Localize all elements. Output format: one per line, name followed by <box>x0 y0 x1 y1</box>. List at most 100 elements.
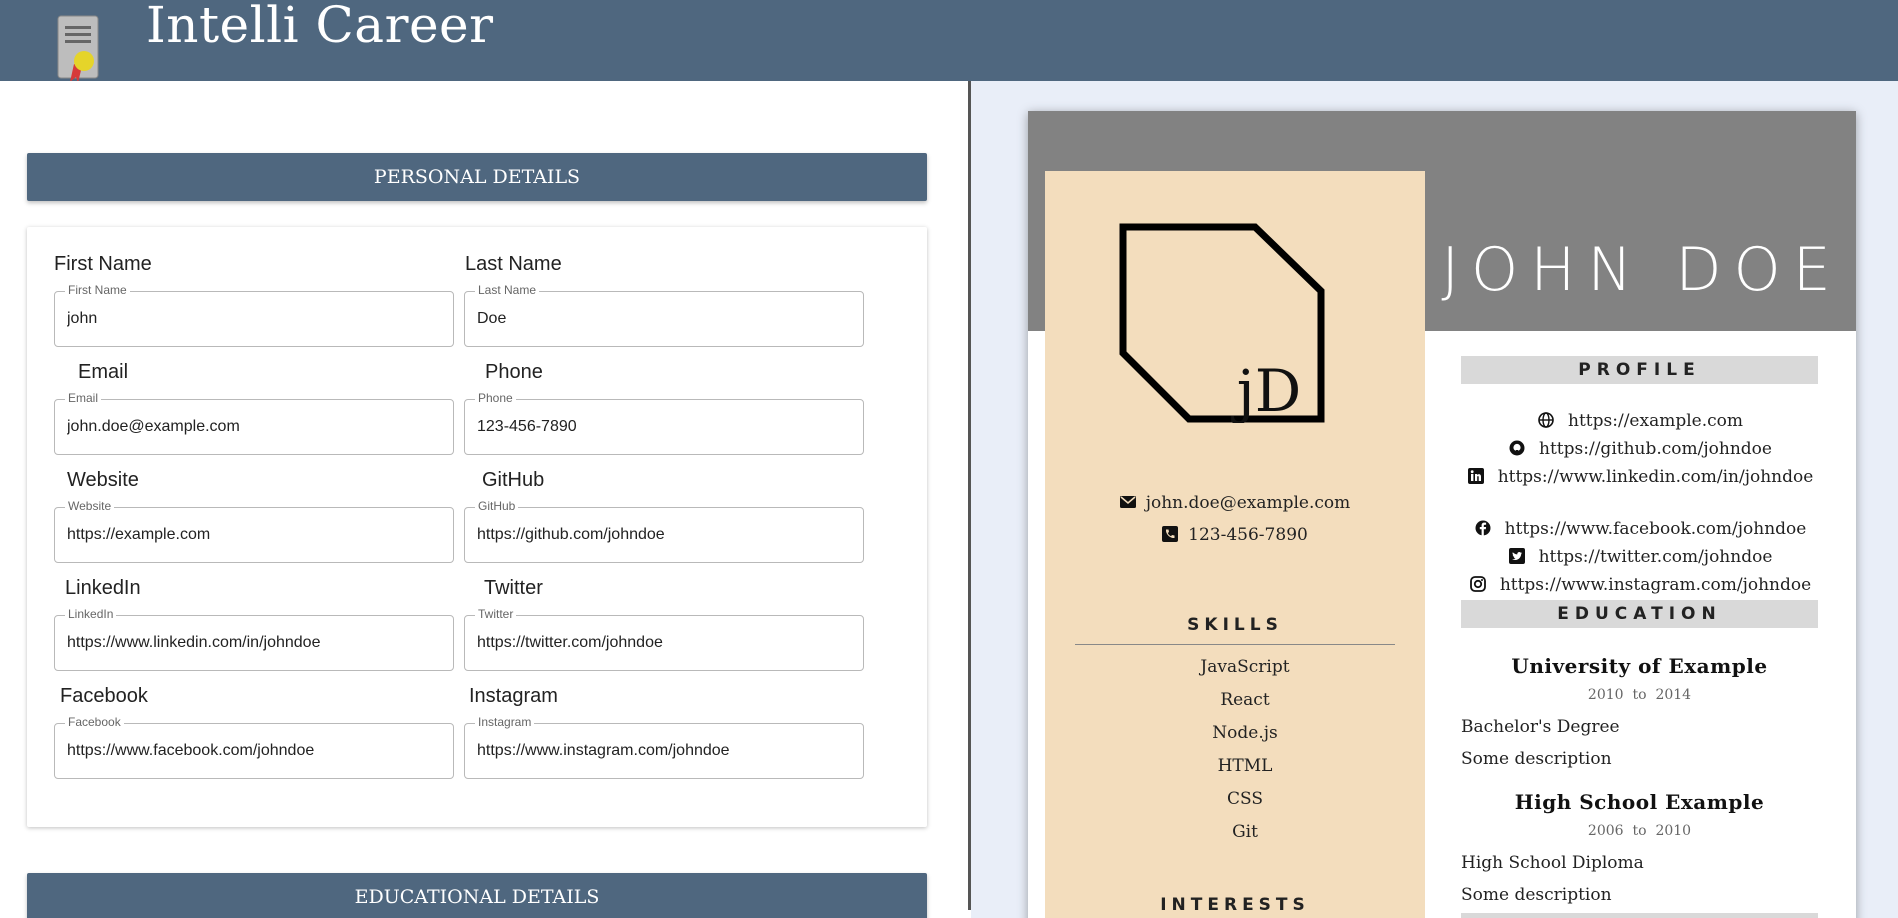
profile-link-instagram: https://www.instagram.com/johndoe <box>1458 575 1823 595</box>
facebook-link-text: https://www.facebook.com/johndoe <box>1504 519 1807 539</box>
last-name-label: Last Name <box>465 253 562 275</box>
skill-item: React <box>1220 690 1270 710</box>
twitter-icon <box>1508 548 1525 564</box>
instagram-legend: Instagram <box>475 715 535 729</box>
facebook-input[interactable] <box>67 738 439 764</box>
form-pane[interactable]: PERSONAL DETAILS First Name First Name L… <box>0 81 968 918</box>
app-header: Intelli Career <box>0 0 1898 83</box>
github-label: GitHub <box>482 469 545 491</box>
linkedin-box[interactable]: LinkedIn <box>54 607 454 671</box>
facebook-legend: Facebook <box>65 715 124 729</box>
app-title: Intelli Career <box>146 0 494 54</box>
instagram-input[interactable] <box>477 738 849 764</box>
website-label: Website <box>67 469 139 491</box>
facebook-icon <box>1475 520 1491 536</box>
envelope-icon <box>1119 496 1136 508</box>
linkedin-link-text: https://www.linkedin.com/in/johndoe <box>1497 467 1814 487</box>
facebook-label: Facebook <box>60 685 148 707</box>
certificate-icon <box>57 15 99 83</box>
resume-email: john.doe@example.com <box>1045 493 1425 513</box>
education-description: Some description <box>1461 885 1612 905</box>
last-name-legend: Last Name <box>475 283 540 297</box>
phone-label: Phone <box>485 361 543 383</box>
profile-link-linkedin: https://www.linkedin.com/in/johndoe <box>1458 467 1823 487</box>
resume-name: JOHN DOE <box>1441 235 1843 305</box>
linkedin-icon <box>1467 468 1484 484</box>
profile-link-twitter: https://twitter.com/johndoe <box>1458 547 1823 567</box>
instagram-label: Instagram <box>469 685 558 707</box>
github-link-text: https://github.com/johndoe <box>1539 439 1772 459</box>
education-start: 2010 <box>1587 687 1624 703</box>
profile-link-github: https://github.com/johndoe <box>1458 439 1823 459</box>
website-box[interactable]: Website <box>54 499 454 563</box>
educational-details-header[interactable]: EDUCATIONAL DETAILS <box>27 873 927 918</box>
education-end: 2010 <box>1655 823 1692 839</box>
facebook-box[interactable]: Facebook <box>54 715 454 779</box>
personal-details-card: First Name First Name Last Name Last Nam… <box>27 227 927 827</box>
website-link-text: https://example.com <box>1568 411 1743 431</box>
email-box[interactable]: Email <box>54 391 454 455</box>
instagram-link-text: https://www.instagram.com/johndoe <box>1499 575 1812 595</box>
twitter-box[interactable]: Twitter <box>464 607 864 671</box>
instagram-icon <box>1469 576 1486 592</box>
twitter-link-text: https://twitter.com/johndoe <box>1538 547 1773 567</box>
email-input[interactable] <box>67 414 439 440</box>
profile-link-website: https://example.com <box>1458 411 1823 431</box>
education-school: University of Example <box>1511 654 1768 678</box>
linkedin-input[interactable] <box>67 630 439 656</box>
resume-page: jD john.doe@example.com 123-456-7890 SKI… <box>1028 111 1856 918</box>
skill-item: CSS <box>1226 789 1263 809</box>
personal-details-header[interactable]: PERSONAL DETAILS <box>27 153 927 201</box>
education-school: High School Example <box>1514 790 1765 814</box>
twitter-input[interactable] <box>477 630 849 656</box>
profile-link-facebook: https://www.facebook.com/johndoe <box>1458 519 1823 539</box>
education-dates: 2010 to 2014 <box>1461 687 1818 703</box>
profile-heading: PROFILE <box>1461 356 1818 384</box>
phone-input[interactable] <box>477 414 849 440</box>
github-legend: GitHub <box>475 499 519 513</box>
skills-heading: SKILLS <box>1187 615 1283 635</box>
phone-box[interactable]: Phone <box>464 391 864 455</box>
website-input[interactable] <box>67 522 439 548</box>
education-end: 2014 <box>1655 687 1692 703</box>
resume-phone: 123-456-7890 <box>1045 525 1425 545</box>
education-start: 2006 <box>1587 823 1624 839</box>
last-name-input[interactable] <box>477 306 849 332</box>
website-legend: Website <box>65 499 115 513</box>
monogram-logo: jD <box>1119 223 1325 423</box>
last-name-box[interactable]: Last Name <box>464 283 864 347</box>
first-name-box[interactable]: First Name <box>54 283 454 347</box>
education-degree: High School Diploma <box>1461 853 1644 873</box>
first-name-input[interactable] <box>67 306 439 332</box>
email-legend: Email <box>65 391 102 405</box>
github-box[interactable]: GitHub <box>464 499 864 563</box>
instagram-box[interactable]: Instagram <box>464 715 864 779</box>
linkedin-label: LinkedIn <box>65 577 141 599</box>
github-input[interactable] <box>477 522 849 548</box>
education-dates: 2006 to 2010 <box>1461 823 1818 839</box>
first-name-label: First Name <box>54 253 152 275</box>
interests-heading: INTERESTS <box>1160 895 1310 915</box>
skill-item: Node.js <box>1212 723 1278 743</box>
education-description: Some description <box>1461 749 1612 769</box>
first-name-legend: First Name <box>65 283 130 297</box>
github-icon <box>1509 440 1525 456</box>
twitter-label: Twitter <box>484 577 543 599</box>
phone-icon <box>1162 526 1179 542</box>
linkedin-legend: LinkedIn <box>65 607 117 621</box>
phone-legend: Phone <box>475 391 516 405</box>
education-date-sep: to <box>1632 687 1647 703</box>
email-label: Email <box>78 361 129 383</box>
next-section-heading <box>1461 913 1818 918</box>
globe-icon <box>1538 412 1554 428</box>
resume-email-text: john.doe@example.com <box>1145 493 1351 513</box>
skill-item: Git <box>1232 822 1258 842</box>
monogram-text: jD <box>1231 357 1302 423</box>
resume-preview-pane[interactable]: jD john.doe@example.com 123-456-7890 SKI… <box>971 81 1898 918</box>
resume-sidebar: jD john.doe@example.com 123-456-7890 SKI… <box>1045 171 1425 918</box>
education-date-sep: to <box>1632 823 1647 839</box>
education-degree: Bachelor's Degree <box>1461 717 1620 737</box>
skills-divider <box>1075 644 1395 645</box>
skill-item: JavaScript <box>1200 657 1290 677</box>
twitter-legend: Twitter <box>475 607 517 621</box>
